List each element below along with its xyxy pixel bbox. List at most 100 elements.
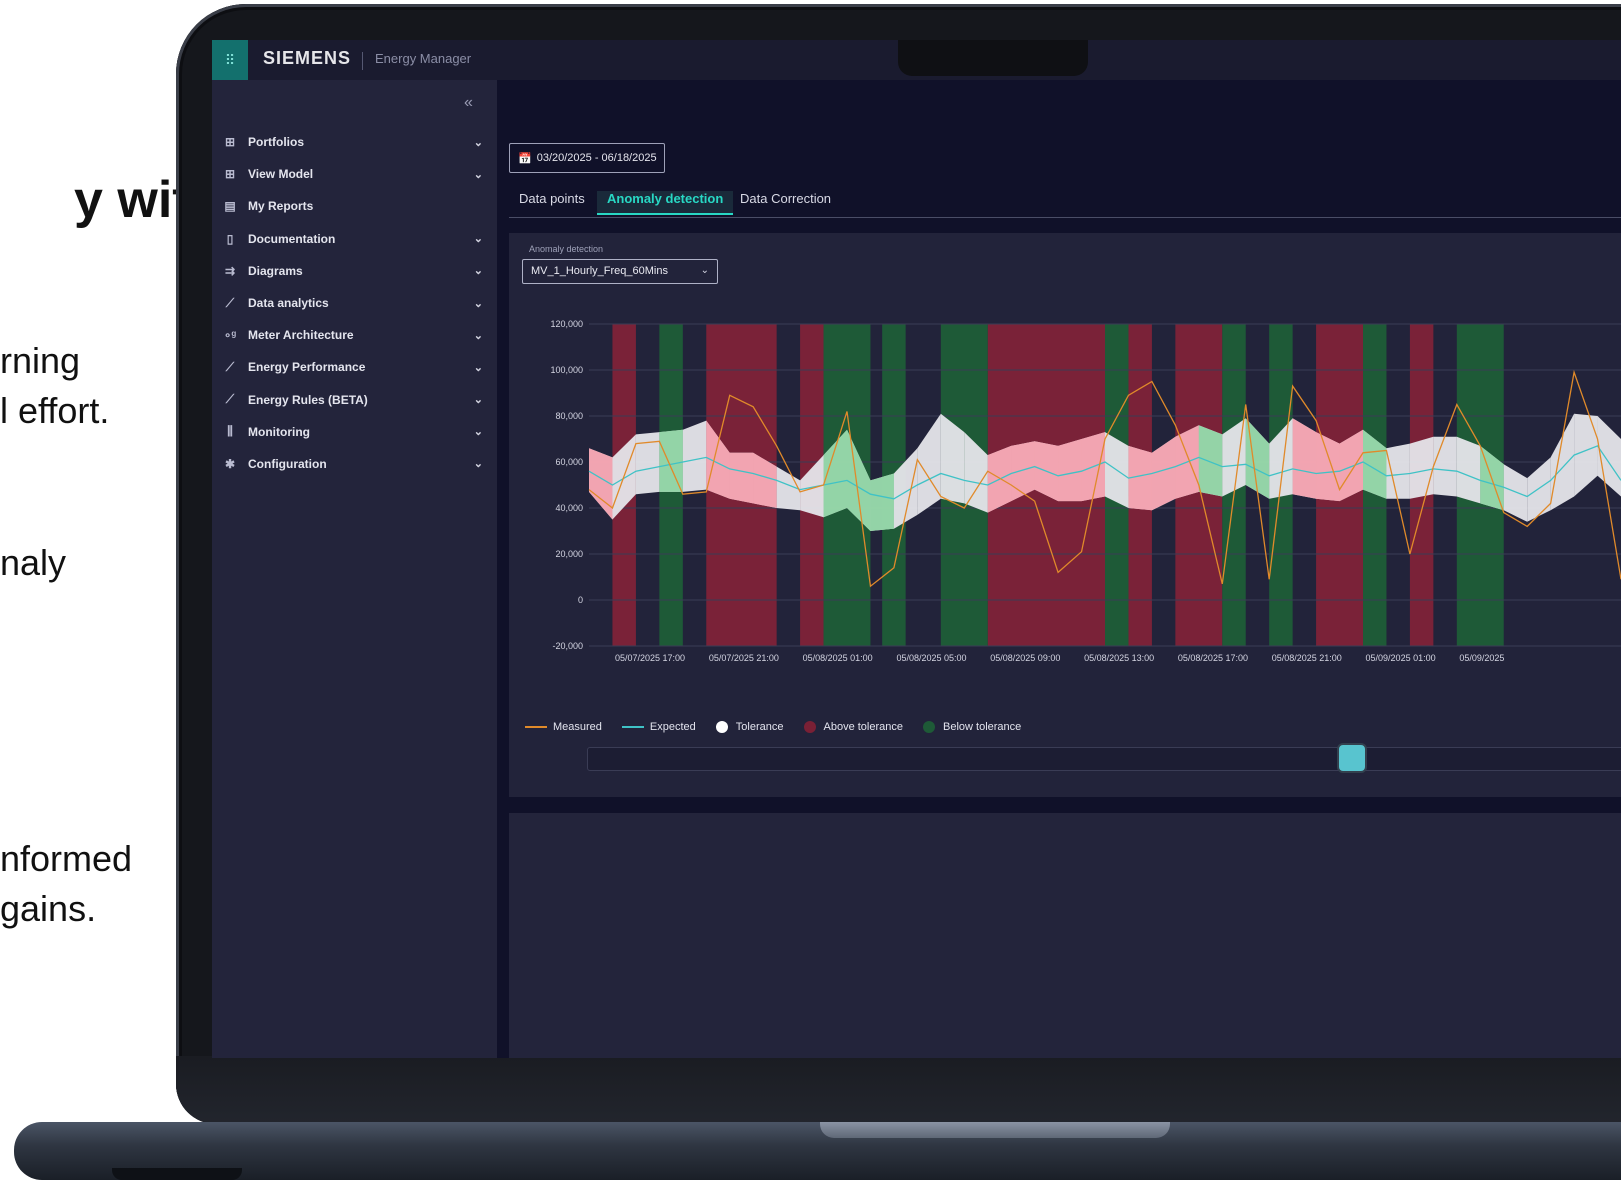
anomaly-field-label: Anomaly detection	[529, 244, 604, 254]
sidebar-nav: ⊞ Portfolios ⌄ ⊞ View Model ⌄ ▤ My Reports ▯ Docu…	[212, 126, 497, 480]
slide-text-line-2: l effort.	[0, 390, 110, 431]
chevron-down-icon: ⌄	[473, 426, 483, 439]
legend-label: Tolerance	[735, 721, 784, 733]
sidebar-item-label: Diagrams	[248, 263, 303, 278]
anomaly-model-value: MV_1_Hourly_Freq_60Mins	[531, 265, 668, 277]
sidebar-item-label: Documentation	[248, 231, 336, 246]
tab-data-points[interactable]: Data points	[509, 191, 595, 213]
document-icon: ▯	[226, 231, 234, 246]
sidebar-item-label: My Reports	[248, 199, 314, 214]
sidebar-item-energy-performance[interactable]: ⟋ Energy Performance ⌄	[212, 351, 497, 383]
sidebar-item-label: Data analytics	[248, 296, 329, 311]
range-slider-handle[interactable]	[1337, 743, 1367, 773]
main-content: 📅 03/20/2025 - 06/18/2025 Data points An…	[497, 80, 1621, 1058]
sidebar-item-view-model[interactable]: ⊞ View Model ⌄	[212, 158, 497, 190]
sidebar-item-data-analytics[interactable]: ⟋ Data analytics ⌄	[212, 287, 497, 319]
gear-icon: ✱	[224, 456, 236, 471]
legend-label: Measured	[553, 721, 602, 733]
anomaly-chart-card: Anomaly detection MV_1_Hourly_Freq_60Min…	[509, 233, 1621, 797]
brand-divider	[362, 52, 363, 70]
x-tick-label: 05/09/2025 01:00	[1366, 653, 1436, 663]
tolerance-band	[1574, 413, 1598, 497]
view-model-icon: ⊞	[224, 167, 236, 182]
sidebar-item-documentation[interactable]: ▯ Documentation ⌄	[212, 223, 497, 255]
tolerance-band	[1527, 457, 1551, 522]
slide-text-line-3: naly	[0, 542, 67, 583]
app-screen: ⠿ SIEMENS Energy Manager « ⊞ Portfolios ⌄ ⊞…	[212, 40, 1621, 1058]
legend-item-above-tolerance[interactable]: Above tolerance	[803, 721, 904, 733]
chevron-down-icon: ⌄	[473, 394, 483, 407]
y-tick-label: 0	[578, 595, 583, 605]
monitoring-icon: ⫼	[227, 424, 233, 439]
date-range-button[interactable]: 📅 03/20/2025 - 06/18/2025	[509, 143, 665, 173]
tolerance-band	[1456, 436, 1481, 504]
chevron-down-icon: ⌄	[473, 233, 483, 246]
tolerance-band-below	[659, 429, 683, 492]
sidebar: « ⊞ Portfolios ⌄ ⊞ View Model ⌄ ▤ My Reports ▯ Do…	[212, 80, 497, 1058]
legend-label: Below tolerance	[943, 721, 1022, 733]
x-tick-label: 05/07/2025 17:00	[615, 653, 685, 663]
date-range-label: 03/20/2025 - 06/18/2025	[536, 152, 657, 164]
y-tick-label: 120,000	[550, 319, 583, 329]
chevron-down-icon: ⌄	[700, 265, 709, 276]
legend-swatch	[715, 721, 728, 733]
tolerance-band	[1386, 443, 1410, 499]
sidebar-item-energy-rules-beta[interactable]: ⟋ Energy Rules (BETA) ⌄	[212, 384, 497, 416]
sidebar-item-meter-architecture[interactable]: ∘ᵍ Meter Architecture ⌄	[212, 319, 497, 351]
anomaly-model-select[interactable]: MV_1_Hourly_Freq_60Mins ⌄	[522, 259, 718, 284]
legend-swatch	[525, 726, 547, 728]
laptop-hinge-lip	[820, 1122, 1170, 1138]
legend-swatch	[621, 726, 644, 728]
tolerance-band	[1433, 436, 1457, 497]
tolerance-band	[1503, 464, 1528, 522]
app-name: Energy Manager	[375, 51, 472, 66]
x-tick-label: 05/08/2025 21:00	[1272, 653, 1342, 663]
legend-item-expected[interactable]: Expected	[621, 721, 696, 733]
y-tick-label: -20,000	[552, 641, 583, 651]
legend-item-measured[interactable]: Measured	[525, 721, 602, 733]
chevron-down-icon: ⌄	[473, 265, 483, 278]
sidebar-item-diagrams[interactable]: ⇉ Diagrams ⌄	[212, 255, 497, 287]
legend-item-below-tolerance[interactable]: Below tolerance	[923, 721, 1021, 733]
chevron-down-icon: ⌄	[473, 361, 483, 374]
tolerance-band	[1550, 413, 1575, 511]
x-tick-label: 05/08/2025 01:00	[803, 653, 873, 663]
brand-logo: SIEMENS	[263, 48, 352, 68]
sidebar-item-label: Portfolios	[248, 135, 304, 150]
chart-legend: Measured Expected Tolerance Above tolerance…	[525, 719, 1041, 735]
sidebar-item-my-reports[interactable]: ▤ My Reports	[212, 190, 497, 222]
x-tick-label: 05/08/2025 13:00	[1084, 653, 1154, 663]
sidebar-item-monitoring[interactable]: ⫼ Monitoring ⌄	[212, 416, 497, 448]
legend-swatch	[803, 721, 816, 733]
portfolio-icon: ⊞	[224, 135, 236, 150]
tolerance-band	[1409, 436, 1434, 499]
range-slider-track[interactable]	[587, 747, 1621, 771]
legend-label: Above tolerance	[823, 721, 904, 733]
lower-panel	[509, 813, 1621, 1058]
x-tick-label: 05/08/2025 05:00	[896, 653, 966, 663]
rules-icon: ⟋	[225, 392, 235, 407]
sidebar-item-configuration[interactable]: ✱ Configuration ⌄	[212, 448, 497, 480]
sidebar-item-label: Energy Performance	[248, 360, 366, 375]
diagram-icon: ⇉	[224, 263, 236, 278]
slide-text-line-4: nformed	[0, 838, 133, 879]
analytics-icon: ⟋	[225, 295, 235, 310]
legend-swatch	[923, 721, 935, 733]
app-launcher-icon[interactable]: ⠿	[212, 40, 248, 80]
sidebar-item-label: Configuration	[248, 456, 327, 471]
collapse-sidebar-icon[interactable]: «	[464, 94, 473, 112]
y-tick-label: 80,000	[555, 411, 583, 421]
sidebar-item-label: Energy Rules (BETA)	[248, 392, 368, 407]
tab-anomaly-detection[interactable]: Anomaly detection	[597, 191, 734, 215]
legend-item-tolerance[interactable]: Tolerance	[715, 721, 784, 733]
tab-data-correction[interactable]: Data Correction	[730, 191, 841, 213]
y-tick-label: 100,000	[550, 365, 583, 375]
calendar-icon: 📅	[518, 152, 532, 165]
sidebar-item-portfolios[interactable]: ⊞ Portfolios ⌄	[212, 126, 497, 158]
x-tick-label: 05/07/2025 21:00	[709, 653, 779, 663]
chevron-down-icon: ⌄	[473, 136, 483, 149]
chevron-down-icon: ⌄	[473, 168, 483, 181]
sidebar-item-label: Monitoring	[248, 424, 310, 439]
x-tick-label: 05/08/2025 09:00	[990, 653, 1060, 663]
tolerance-band	[682, 420, 707, 492]
